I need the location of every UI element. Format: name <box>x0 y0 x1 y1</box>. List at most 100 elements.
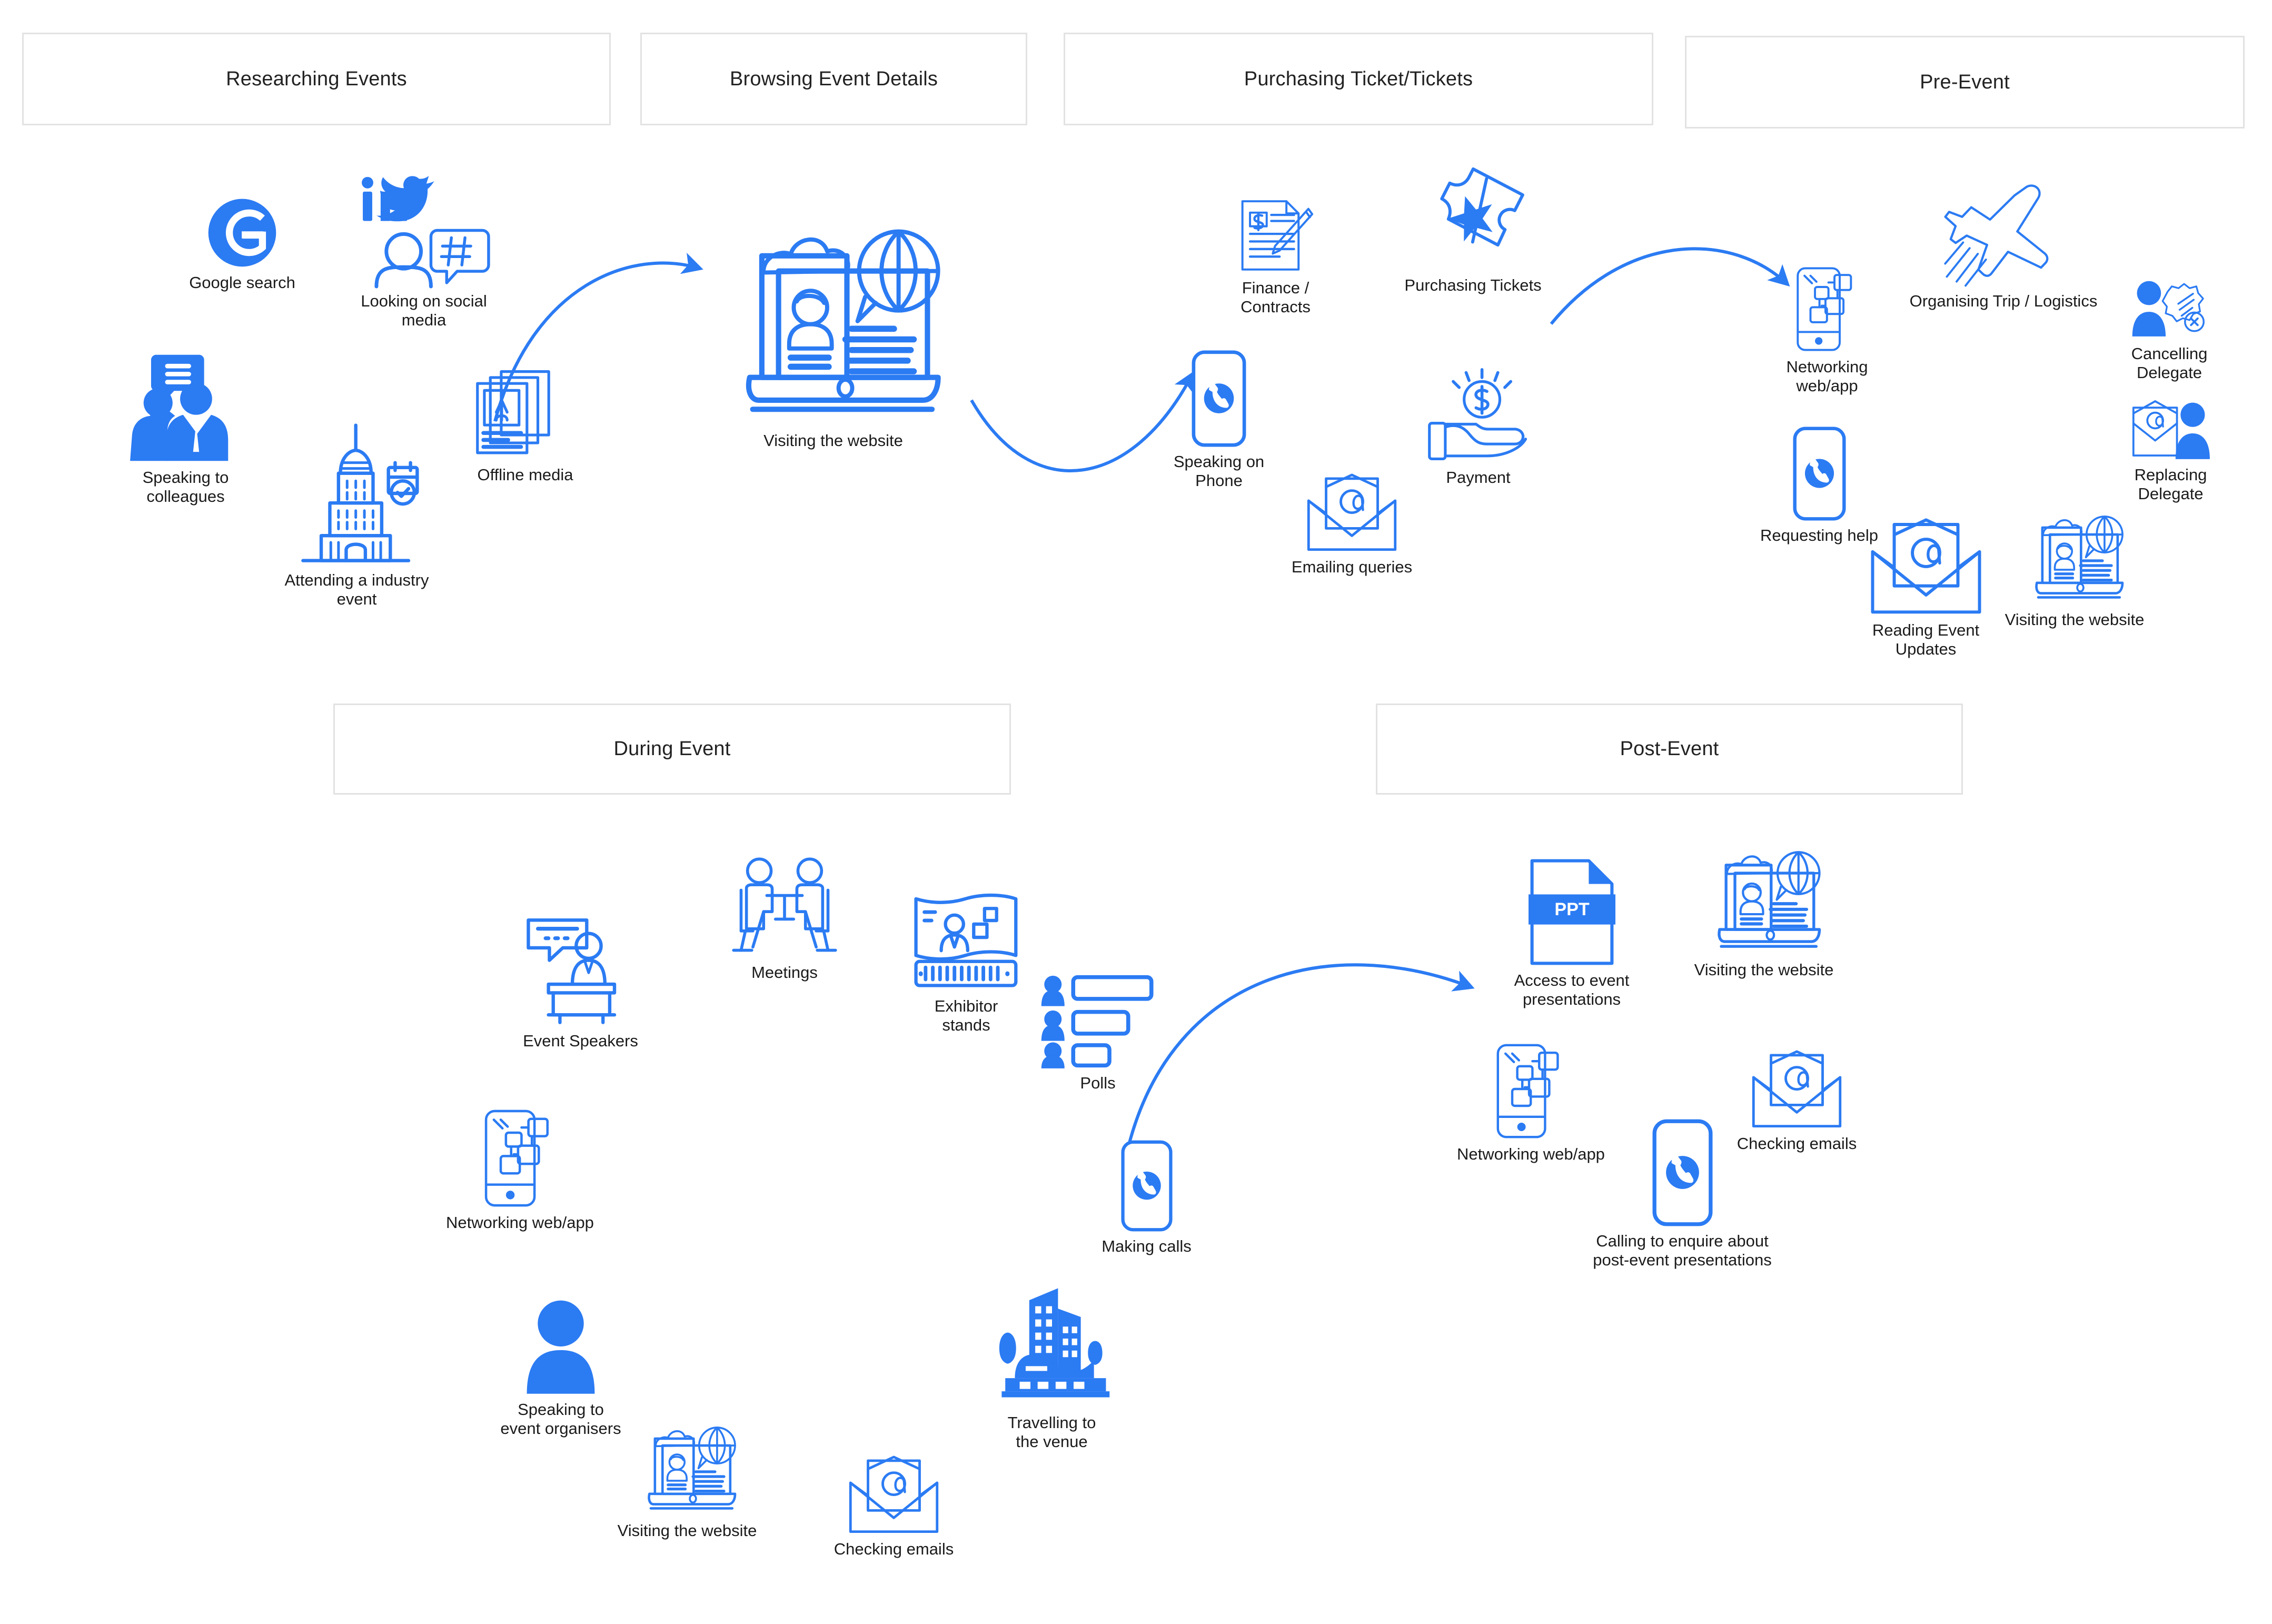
journey-node-label-making-calls: Making calls <box>1102 1237 1192 1255</box>
journey-node-label-emailing-queries: Emailing queries <box>1291 558 1413 576</box>
laptop-globe-icon <box>2016 508 2134 605</box>
journey-node-label-access-presentations: Access to event presentations <box>1514 971 1630 1008</box>
landmark-calendar-icon <box>294 421 419 566</box>
stage-label-purchasing-tickets: Purchasing Ticket/Tickets <box>1244 67 1473 90</box>
stage-box-purchasing-tickets[interactable]: Purchasing Ticket/Tickets <box>1064 33 1653 125</box>
journey-node-exhibitor-stands[interactable]: Exhibitor stands <box>914 893 1019 1035</box>
journey-node-label-attending-industry-event: Attending a industry event <box>284 571 429 608</box>
newspapers-icon <box>473 369 578 460</box>
social-media-icon <box>359 174 490 289</box>
stage-box-pre-event[interactable]: Pre-Event <box>1685 36 2245 128</box>
journey-node-label-looking-social-media: Looking on social media <box>361 292 487 329</box>
journey-node-label-event-speakers: Event Speakers <box>523 1032 638 1050</box>
ppt-file-icon: PPT <box>1528 858 1615 966</box>
journey-node-emailing-queries[interactable]: Emailing queries <box>1285 473 1419 577</box>
person-cancel-icon <box>2131 279 2208 339</box>
laptop-globe-icon <box>629 1419 746 1516</box>
journey-node-google-search[interactable]: Google search <box>182 197 303 292</box>
journey-node-networking-webapp-pre[interactable]: Networking web/app <box>1753 266 1901 395</box>
journey-node-visiting-website-2[interactable]: Visiting the website <box>1996 508 2154 629</box>
mobile-network-icon <box>1495 1043 1567 1140</box>
journey-node-checking-emails-1[interactable]: Checking emails <box>827 1455 961 1559</box>
journey-node-polls[interactable]: Polls <box>1040 974 1156 1093</box>
journey-node-speaking-on-phone[interactable]: Speaking on Phone <box>1153 350 1285 490</box>
journey-node-label-speaking-event-organisers: Speaking to event organisers <box>500 1400 621 1438</box>
envelope-person-icon <box>2130 398 2212 460</box>
stage-label-pre-event: Pre-Event <box>1920 71 2010 93</box>
meeting-table-icon <box>728 856 841 958</box>
journey-node-access-presentations[interactable]: PPT Access to event presentations <box>1503 858 1640 1009</box>
journey-node-label-meetings: Meetings <box>751 963 818 982</box>
journey-node-speaking-event-organisers[interactable]: Speaking to event organisers <box>484 1298 637 1438</box>
journey-node-purchasing-tickets-node[interactable]: Purchasing Tickets <box>1398 167 1548 295</box>
journey-node-label-requesting-help: Requesting help <box>1760 526 1879 544</box>
journey-node-looking-social-media[interactable]: Looking on social media <box>337 174 511 330</box>
podium-speaker-icon <box>525 916 636 1026</box>
open-envelope-at-icon <box>1306 473 1398 552</box>
journey-node-label-visiting-website-2: Visiting the website <box>2005 610 2145 629</box>
google-g-icon <box>207 197 277 268</box>
journey-node-label-finance-contracts: Finance / Contracts <box>1241 279 1311 316</box>
journey-node-label-payment: Payment <box>1446 468 1511 487</box>
svg-text:PPT: PPT <box>1554 899 1589 919</box>
journey-node-replacing-delegate[interactable]: Replacing Delegate <box>2101 398 2240 503</box>
arrow-tickets-to-networking <box>1550 247 1790 325</box>
mobile-network-icon <box>1795 266 1859 352</box>
venue-building-icon <box>992 1282 1112 1408</box>
journey-node-label-purchasing-tickets-node: Purchasing Tickets <box>1404 276 1542 294</box>
journey-node-visiting-website-3[interactable]: Visiting the website <box>608 1419 766 1540</box>
laptop-globe-icon <box>704 213 963 426</box>
journey-node-making-calls[interactable]: Making calls <box>1085 1140 1208 1256</box>
two-people-chat-icon <box>128 353 243 463</box>
journey-node-visiting-website-4[interactable]: Visiting the website <box>1674 843 1853 979</box>
journey-node-label-checking-emails-1: Checking emails <box>834 1540 954 1558</box>
journey-node-attending-industry-event[interactable]: Attending a industry event <box>266 421 448 609</box>
journey-node-label-travelling-venue: Travelling to the venue <box>1007 1413 1096 1451</box>
journey-node-label-polls: Polls <box>1080 1074 1116 1092</box>
poll-bars-icon <box>1040 974 1156 1068</box>
open-envelope-at-icon <box>1869 518 1983 616</box>
stage-box-post-event[interactable]: Post-Event <box>1376 704 1963 795</box>
journey-node-finance-contracts[interactable]: Finance / Contracts <box>1206 197 1345 316</box>
journey-node-label-networking-webapp-during: Networking web/app <box>446 1213 594 1232</box>
journey-node-label-google-search: Google search <box>189 273 295 292</box>
stage-box-browsing-event-details[interactable]: Browsing Event Details <box>640 33 1027 125</box>
journey-node-label-offline-media: Offline media <box>477 466 573 484</box>
exhibitor-stand-icon <box>914 893 1019 992</box>
stage-label-post-event: Post-Event <box>1620 738 1719 760</box>
open-envelope-at-icon <box>848 1455 940 1534</box>
journey-node-travelling-venue[interactable]: Travelling to the venue <box>990 1282 1114 1451</box>
stage-label-browsing-event-details: Browsing Event Details <box>729 67 938 90</box>
journey-node-label-speaking-on-phone: Speaking on Phone <box>1173 452 1265 490</box>
journey-map-canvas: Researching Events Browsing Event Detail… <box>0 0 2272 1624</box>
stage-label-during-event: During Event <box>613 738 731 760</box>
stage-label-researching-events: Researching Events <box>226 67 407 90</box>
journey-node-label-cancelling-delegate: Cancelling Delegate <box>2131 344 2208 382</box>
journey-node-label-networking-webapp-pre: Networking web/app <box>1786 358 1868 395</box>
hand-coin-icon <box>1426 368 1531 463</box>
stage-box-researching-events[interactable]: Researching Events <box>22 33 611 125</box>
journey-node-offline-media[interactable]: Offline media <box>463 369 587 484</box>
journey-node-label-exhibitor-stands: Exhibitor stands <box>934 997 998 1034</box>
phone-call-icon <box>1192 350 1246 447</box>
ticket-star-icon <box>1417 167 1529 271</box>
journey-node-speaking-colleagues[interactable]: Speaking to colleagues <box>105 353 266 506</box>
journey-node-meetings[interactable]: Meetings <box>721 856 848 982</box>
journey-node-networking-webapp-during[interactable]: Networking web/app <box>445 1108 595 1232</box>
journey-node-organising-trip[interactable]: Organising Trip / Logistics <box>1909 176 2098 311</box>
person-solid-icon <box>524 1298 597 1395</box>
journey-node-label-visiting-website-1: Visiting the website <box>763 431 903 450</box>
mobile-network-icon <box>483 1108 557 1208</box>
phone-call-icon <box>1652 1119 1713 1226</box>
journey-node-visiting-website-1[interactable]: Visiting the website <box>690 213 977 450</box>
journey-node-payment[interactable]: Payment <box>1414 368 1543 487</box>
journey-node-reading-event-updates[interactable]: Reading Event Updates <box>1864 518 1988 659</box>
phone-call-icon <box>1120 1140 1173 1232</box>
journey-node-label-reading-event-updates: Reading Event Updates <box>1872 621 1980 658</box>
journey-node-checking-emails-2[interactable]: Checking emails <box>1730 1050 1864 1153</box>
journey-node-event-speakers[interactable]: Event Speakers <box>511 916 650 1051</box>
arrow-polls-to-postevent <box>1128 963 1475 1143</box>
contract-sign-icon <box>1238 197 1314 273</box>
journey-node-cancelling-delegate[interactable]: Cancelling Delegate <box>2098 279 2240 382</box>
stage-box-during-event[interactable]: During Event <box>333 704 1011 795</box>
